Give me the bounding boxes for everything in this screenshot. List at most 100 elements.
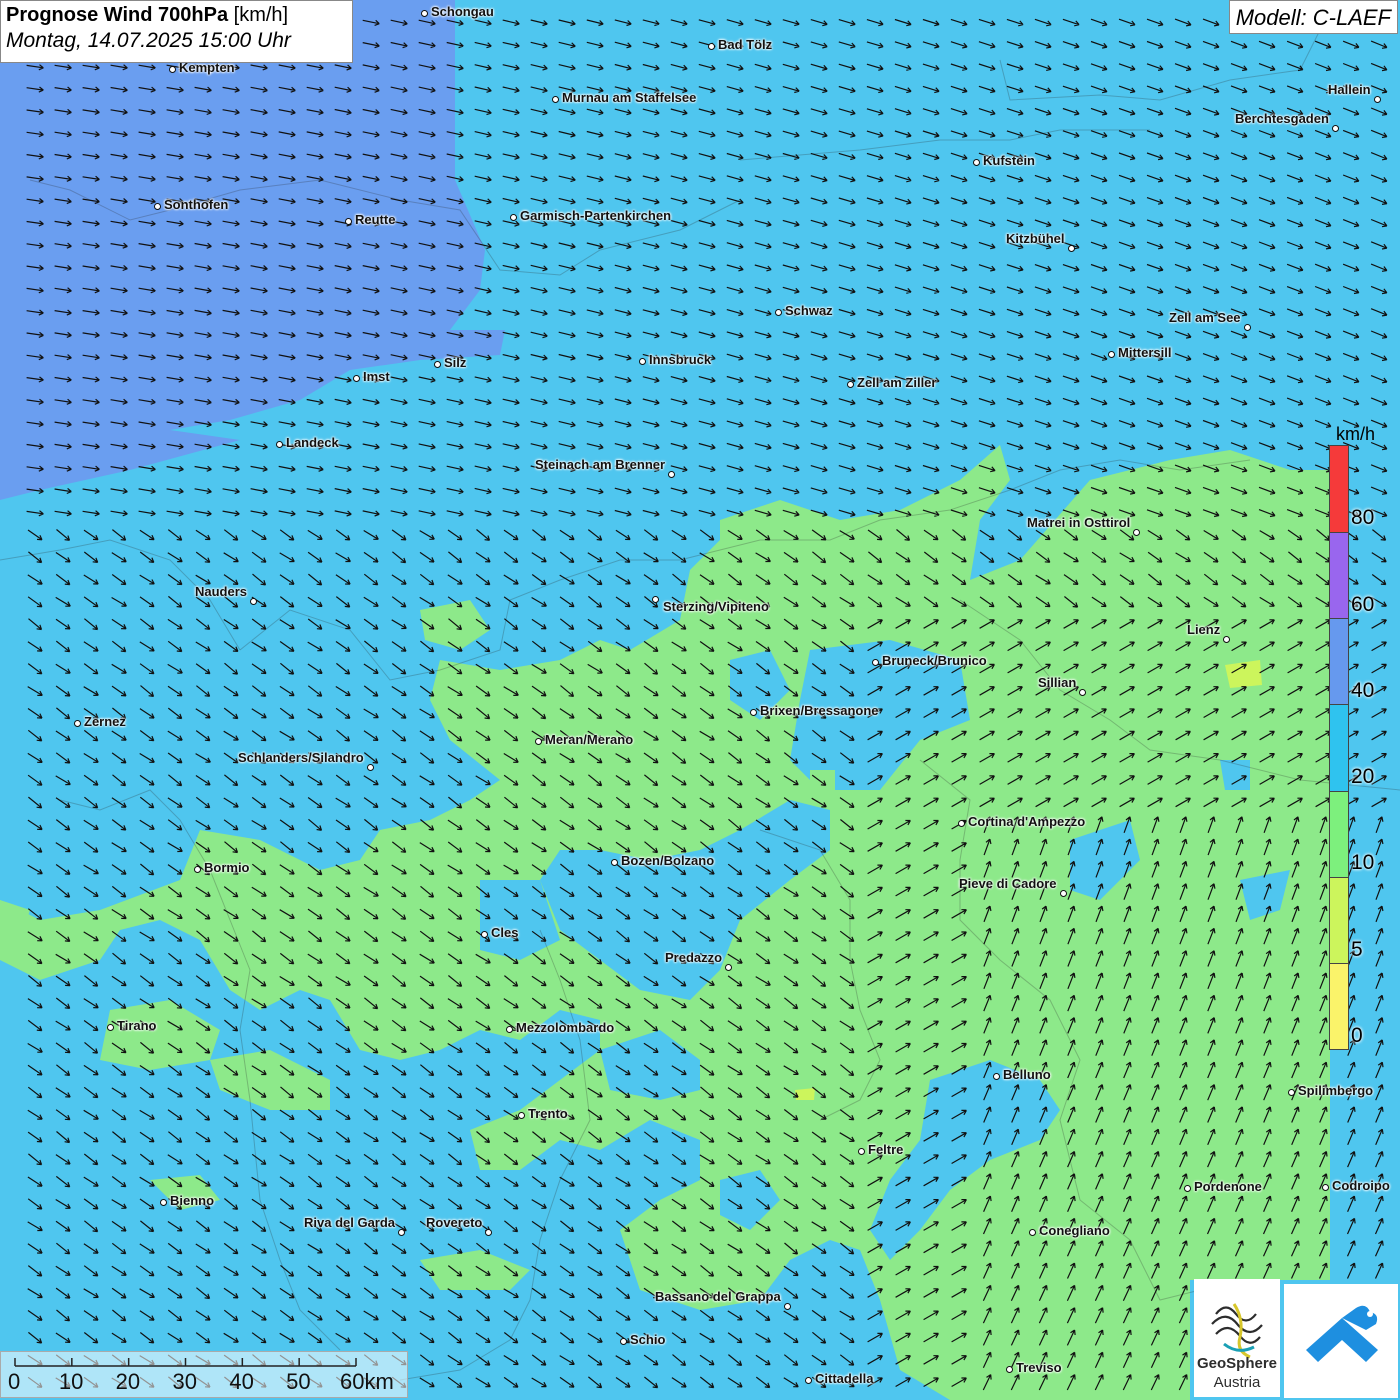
city-label: Bormio (204, 860, 250, 875)
legend-label: 10 (1351, 851, 1375, 874)
legend-color-segment (1330, 704, 1348, 792)
city-label: Imst (363, 369, 390, 384)
city-label: Meran/Merano (545, 732, 634, 747)
legend-color-segment (1330, 446, 1348, 533)
city-label: Reutte (355, 212, 396, 227)
city-marker (159, 1198, 167, 1206)
legend-color-segment (1330, 790, 1348, 878)
city-label: Murnau am Staffelsee (562, 90, 697, 105)
city-label: Rovereto (426, 1215, 483, 1230)
city-label: Innsbruck (649, 352, 712, 367)
city-marker (1078, 688, 1086, 696)
city-label: Predazzo (665, 950, 723, 965)
city-marker (619, 1337, 627, 1345)
legend-divider (1330, 876, 1348, 878)
legend-label: 5 (1351, 938, 1363, 961)
city-label: Kufstein (983, 153, 1035, 168)
city-marker (366, 763, 374, 771)
city-marker (1107, 350, 1115, 358)
city-marker (972, 158, 980, 166)
legend-colorbar (1329, 445, 1349, 1050)
logo-name-line2: Austria (1213, 1374, 1261, 1391)
city-marker (534, 737, 542, 745)
legend-label: 20 (1351, 765, 1375, 788)
city-marker (1132, 528, 1140, 536)
city-label: Schio (630, 1332, 666, 1347)
city-marker (610, 858, 618, 866)
city-marker (153, 202, 161, 210)
city-label: Schwaz (785, 303, 833, 318)
city-marker (509, 213, 517, 221)
wind-map: Schongau Bad Tölz Kempten Murnau am Staffel… (0, 0, 1400, 1400)
city-marker (992, 1072, 1000, 1080)
app-logo[interactable] (1284, 1284, 1398, 1398)
city-marker (1243, 323, 1251, 331)
city-marker (638, 357, 646, 365)
city-label: Schlanders/Silandro (238, 750, 364, 765)
city-marker (749, 708, 757, 716)
city-label: Bruneck/Brunico (882, 653, 987, 668)
city-marker (352, 374, 360, 382)
city-label: Cles (491, 925, 519, 940)
city-marker (433, 360, 441, 368)
forecast-datetime: Montag, 14.07.2025 15:00 Uhr (6, 29, 291, 52)
legend-color-segment (1330, 532, 1348, 619)
legend-unit: km/h (1336, 424, 1376, 444)
city-label: Sillian (1038, 675, 1077, 690)
city-label: Codroipo (1332, 1178, 1390, 1193)
city-marker (1005, 1365, 1013, 1373)
legend-color-segment (1330, 962, 1348, 1050)
city-label: Zell am Ziller (857, 375, 937, 390)
city-marker (420, 9, 428, 17)
logo-name-line1: GeoSphere (1196, 1355, 1278, 1372)
city-label: Conegliano (1039, 1223, 1110, 1238)
city-label: Landeck (286, 435, 339, 450)
city-label: Riva del Garda (304, 1215, 396, 1230)
city-marker (73, 719, 81, 727)
city-marker (517, 1111, 525, 1119)
scale-label: 0 (8, 1369, 21, 1394)
city-marker (551, 95, 559, 103)
city-marker (397, 1228, 405, 1236)
city-marker (1059, 889, 1067, 897)
city-label: Tirano (117, 1018, 157, 1033)
city-marker (193, 865, 201, 873)
scale-label: 40 (229, 1369, 254, 1394)
city-label: Sonthofen (164, 197, 229, 212)
city-marker (505, 1025, 513, 1033)
legend-divider (1330, 962, 1348, 964)
city-marker (724, 963, 732, 971)
scale-label: 30 (172, 1369, 197, 1394)
city-label: Steinach am Brenner (535, 457, 666, 472)
legend-divider (1330, 704, 1348, 706)
city-marker (480, 930, 488, 938)
city-label: Schongau (431, 4, 494, 19)
scale-label: 60km (340, 1369, 394, 1394)
legend-label: 0 (1351, 1024, 1363, 1047)
city-label: Cortina d'Ampezzo (968, 814, 1086, 829)
city-marker (774, 308, 782, 316)
city-label: Feltre (868, 1142, 904, 1157)
title-text: Prognose Wind 700hPa (6, 4, 229, 26)
title-unit: [km/h] (233, 4, 289, 26)
city-label: Hallein (1328, 82, 1371, 97)
legend-color-segment (1330, 876, 1348, 964)
city-marker (484, 1228, 492, 1236)
city-label: Kitzbühel (1006, 231, 1065, 246)
city-label: Berchtesgaden (1235, 111, 1329, 126)
city-label: Pieve di Cadore (959, 876, 1057, 891)
city-label: Brixen/Bressanone (760, 703, 879, 718)
city-marker (1183, 1184, 1191, 1192)
city-marker (707, 42, 715, 50)
city-marker (846, 380, 854, 388)
city-marker (106, 1023, 114, 1031)
city-label: Mezzolombardo (516, 1020, 615, 1035)
city-label: Mittersill (1118, 345, 1172, 360)
geosphere-logo[interactable]: GeoSphere Austria (1194, 1279, 1280, 1397)
city-marker (1028, 1228, 1036, 1236)
legend-label: 80 (1351, 506, 1375, 529)
model-label: Modell: C-LAEF (1228, 0, 1398, 34)
city-marker (857, 1147, 865, 1155)
city-label: Pordenone (1194, 1179, 1262, 1194)
city-label: Bad Tölz (718, 37, 773, 52)
